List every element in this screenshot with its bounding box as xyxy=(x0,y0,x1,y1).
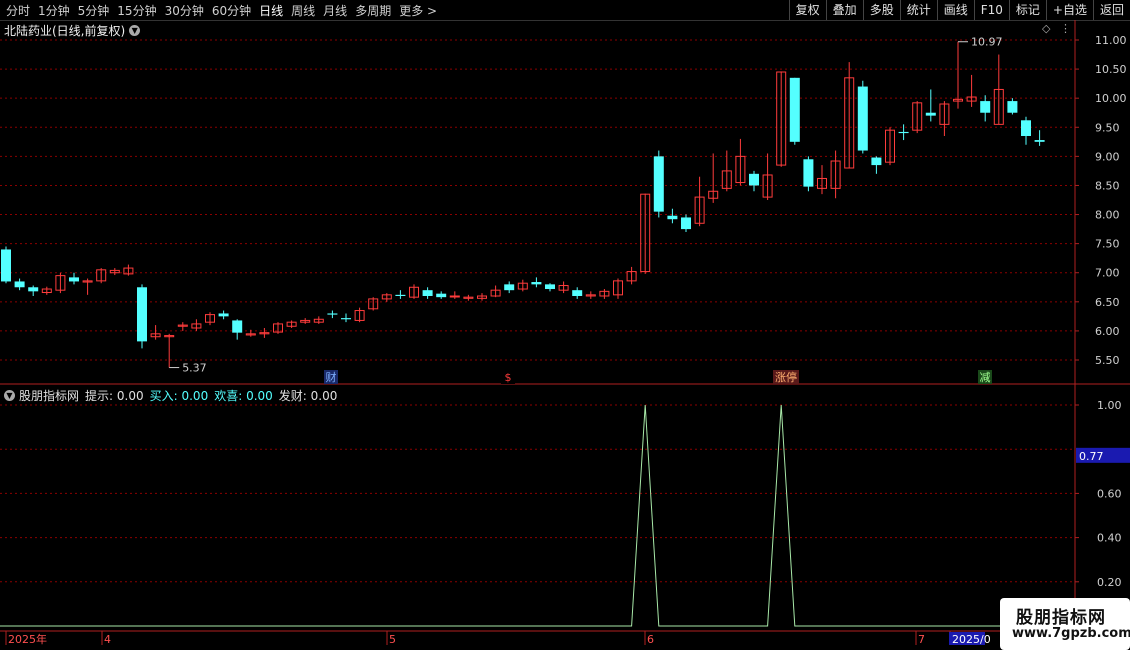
price-tick-label: 10.00 xyxy=(1095,92,1127,105)
price-tick-label: 7.50 xyxy=(1095,238,1120,251)
candle-body xyxy=(69,277,79,282)
candle-body xyxy=(545,284,555,290)
date-label: 5 xyxy=(389,633,396,646)
fortune-readout: 发财: 0.00 xyxy=(279,387,338,404)
candle-body xyxy=(422,290,433,296)
buy-label: 买入: xyxy=(149,389,178,403)
candle-body xyxy=(1034,140,1045,142)
date-label: 2025/0 xyxy=(952,633,991,646)
candle-body xyxy=(925,112,936,116)
candle-body xyxy=(653,156,664,212)
candle-body xyxy=(871,157,882,166)
candle-body xyxy=(137,287,147,342)
candle-body xyxy=(681,217,691,230)
hint-readout: 提示: 0.00 xyxy=(85,387,144,404)
watermark-url: www.7gpzb.com xyxy=(1012,626,1130,641)
candle-body xyxy=(1021,120,1031,136)
candle-body xyxy=(232,320,243,333)
candle-body xyxy=(980,101,991,113)
candle-body xyxy=(572,290,583,296)
price-tick-label: 6.00 xyxy=(1095,325,1120,338)
fortune-label: 发财: xyxy=(278,389,307,403)
joy-readout: 欢喜: 0.00 xyxy=(214,387,273,404)
candle-body xyxy=(531,282,542,285)
event-marker-label[interactable]: 减 xyxy=(980,371,991,384)
date-label: 4 xyxy=(104,633,111,646)
indicator-tick-label: 0.40 xyxy=(1097,532,1122,545)
candle-body xyxy=(1007,101,1018,113)
low-price-label: 5.37 xyxy=(182,362,207,375)
price-tick-label: 9.00 xyxy=(1095,150,1120,163)
candle-body xyxy=(504,284,515,291)
candle-body xyxy=(14,281,25,288)
indicator-tick-label: 0.60 xyxy=(1097,487,1122,500)
candle-body xyxy=(449,295,460,298)
date-label: 7 xyxy=(918,633,925,646)
price-tick-label: 8.50 xyxy=(1095,179,1120,192)
hint-label: 提示: xyxy=(85,389,114,403)
fortune-value: 0.00 xyxy=(310,389,338,403)
event-marker-label[interactable]: 财 xyxy=(326,370,337,384)
event-marker-label[interactable]: $ xyxy=(505,371,512,384)
joy-value: 0.00 xyxy=(246,389,273,403)
chevron-down-icon[interactable]: ▼ xyxy=(4,390,15,401)
candle-body xyxy=(803,159,814,187)
candle-body xyxy=(667,215,678,220)
watermark-title: 股朋指标网 xyxy=(1016,608,1106,628)
candle-body xyxy=(395,294,406,296)
buy-readout: 买入: 0.00 xyxy=(150,387,209,404)
indicator-name: 股朋指标网 xyxy=(19,389,80,403)
price-tick-label: 8.00 xyxy=(1095,209,1120,222)
price-tick-label: 7.00 xyxy=(1095,267,1120,280)
event-marker-label[interactable]: 涨停 xyxy=(775,370,797,384)
candle-body xyxy=(327,313,338,315)
current-value-label: 0.77 xyxy=(1079,450,1104,463)
candle-body xyxy=(749,173,759,186)
price-tick-label: 6.50 xyxy=(1095,296,1120,309)
candle-body xyxy=(28,287,39,292)
candle-body xyxy=(1,249,11,282)
date-label: 6 xyxy=(647,633,654,646)
candle-body xyxy=(341,318,351,320)
candle-body xyxy=(898,131,909,134)
indicator-tick-label: 1.00 xyxy=(1097,399,1122,412)
indicator-tick-label: 0.20 xyxy=(1097,576,1122,589)
price-chart[interactable]: 11.00 10.50 10.00 9.50 9.00 8.50 8.00 7.50 7.00 6… xyxy=(0,0,1130,650)
hint-value: 0.00 xyxy=(116,389,144,403)
candle-body xyxy=(789,77,800,142)
buy-value: 0.00 xyxy=(181,389,209,403)
price-tick-label: 9.50 xyxy=(1095,121,1120,134)
joy-label: 欢喜: xyxy=(214,389,243,403)
candle-body xyxy=(218,313,229,317)
signal-line xyxy=(0,404,1075,627)
candle-body xyxy=(857,86,868,151)
date-label: 2025年 xyxy=(8,632,47,646)
candle-body xyxy=(436,293,447,298)
indicator-title-bar[interactable]: ▼ 股朋指标网 提示: 0.00 买入: 0.00 欢喜: 0.00 发财: 0… xyxy=(4,387,343,404)
high-price-label: 10.97 xyxy=(971,36,1003,49)
price-tick-label: 11.00 xyxy=(1095,34,1127,47)
price-tick-label: 5.50 xyxy=(1095,354,1120,367)
price-tick-label: 10.50 xyxy=(1095,63,1127,76)
